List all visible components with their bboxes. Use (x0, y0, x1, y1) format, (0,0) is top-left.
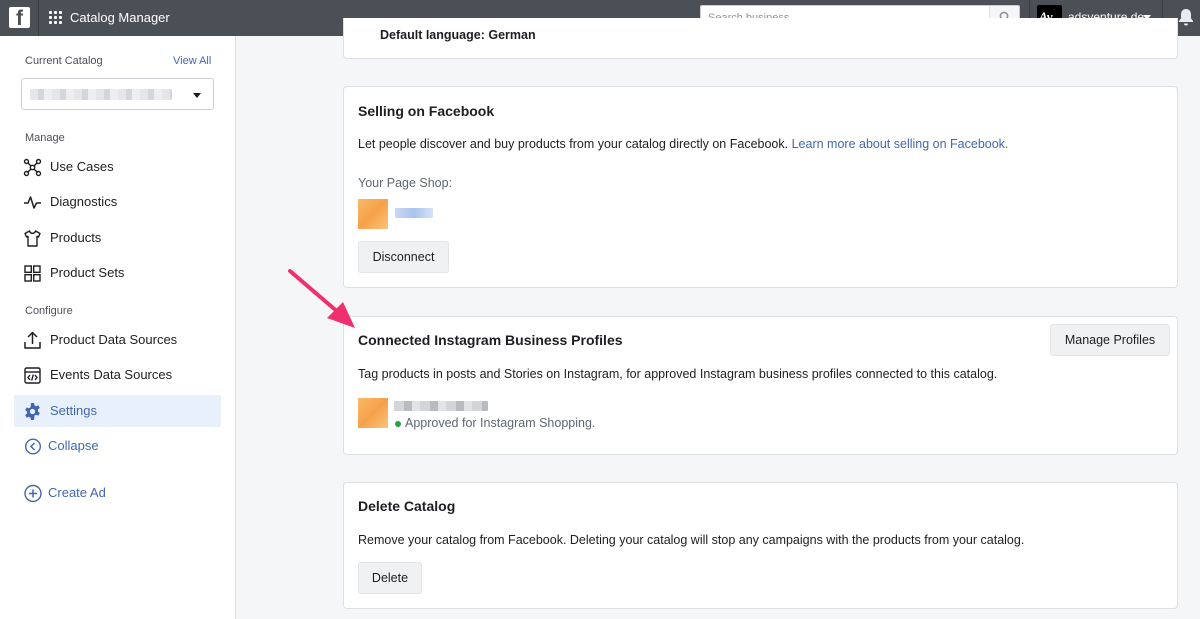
sidebar-item-product-sets[interactable]: Product Sets (14, 257, 221, 289)
delete-title: Delete Catalog (358, 498, 456, 514)
grid-squares-icon (24, 265, 41, 282)
chevron-down-icon (193, 93, 201, 98)
sidebar: Current Catalog View All Manage Use Case… (0, 36, 236, 619)
default-language-text: Default language: German (380, 28, 536, 42)
sidebar-item-label: Products (50, 230, 102, 245)
sidebar-item-settings[interactable]: Settings (14, 395, 221, 427)
collapse-label: Collapse (48, 438, 99, 453)
shirt-icon (24, 230, 41, 247)
learn-more-selling-link[interactable]: Learn more about selling on Facebook. (792, 137, 1009, 151)
use-cases-icon (23, 158, 42, 177)
sidebar-item-events-data-sources[interactable]: Events Data Sources (14, 359, 221, 391)
app-grid-icon[interactable] (49, 11, 62, 24)
sidebar-item-label: Events Data Sources (50, 367, 173, 382)
catalog-dropdown[interactable] (21, 78, 214, 110)
delete-catalog-card: Delete Catalog Remove your catalog from … (343, 482, 1178, 609)
sidebar-item-label: Product Data Sources (50, 332, 178, 347)
catalog-name-redacted (30, 89, 172, 100)
sidebar-item-label: Product Sets (50, 265, 125, 280)
disconnect-button[interactable]: Disconnect (358, 241, 449, 273)
current-catalog-label: Current Catalog (25, 55, 103, 67)
section-label-manage: Manage (25, 132, 65, 144)
annotation-arrow-icon (288, 269, 355, 328)
page-shop-label: Your Page Shop: (358, 176, 453, 190)
sidebar-item-use-cases[interactable]: Use Cases (14, 151, 221, 183)
sidebar-item-label: Diagnostics (50, 194, 118, 209)
sidebar-item-product-data-sources[interactable]: Product Data Sources (14, 324, 221, 356)
divider (38, 0, 39, 36)
selling-on-facebook-card: Selling on Facebook Let people discover … (343, 86, 1178, 288)
catalog-details-card: Default language: German (343, 18, 1178, 59)
instagram-description: Tag products in posts and Stories on Ins… (358, 367, 998, 381)
page-shop-avatar (358, 199, 388, 229)
instagram-title: Connected Instagram Business Profiles (358, 332, 623, 348)
status-dot-icon (395, 421, 401, 427)
sidebar-item-label: Settings (50, 403, 97, 418)
sidebar-item-products[interactable]: Products (14, 222, 221, 254)
manage-profiles-button[interactable]: Manage Profiles (1050, 324, 1170, 356)
upload-icon (24, 331, 41, 349)
code-window-icon (24, 367, 41, 384)
instagram-profile-avatar (358, 398, 388, 428)
app-title[interactable]: Catalog Manager (70, 10, 170, 25)
gear-icon (25, 403, 40, 420)
bell-icon[interactable] (1178, 8, 1194, 26)
instagram-profile-name-redacted (394, 401, 488, 411)
instagram-profiles-card: Connected Instagram Business Profiles Ma… (343, 316, 1178, 455)
instagram-status-text: Approved for Instagram Shopping. (405, 416, 596, 430)
selling-description-text: Let people discover and buy products fro… (358, 137, 789, 151)
view-all-link[interactable]: View All (173, 55, 211, 67)
collapse-button[interactable]: Collapse (14, 430, 221, 462)
delete-description: Remove your catalog from Facebook. Delet… (358, 533, 1025, 547)
create-ad-label: Create Ad (48, 485, 106, 500)
selling-title: Selling on Facebook (358, 103, 495, 119)
sidebar-item-diagnostics[interactable]: Diagnostics (14, 186, 221, 218)
page-shop-name-redacted[interactable] (395, 208, 433, 218)
selling-description: Let people discover and buy products fro… (358, 137, 1008, 151)
plus-circle-icon (24, 484, 42, 503)
facebook-logo-icon[interactable]: f (9, 7, 30, 30)
delete-button[interactable]: Delete (358, 562, 422, 594)
create-ad-button[interactable]: Create Ad (14, 477, 221, 509)
pulse-icon (24, 196, 41, 209)
chevron-left-circle-icon (24, 438, 42, 455)
sidebar-item-label: Use Cases (50, 159, 114, 174)
section-label-configure: Configure (25, 305, 73, 317)
